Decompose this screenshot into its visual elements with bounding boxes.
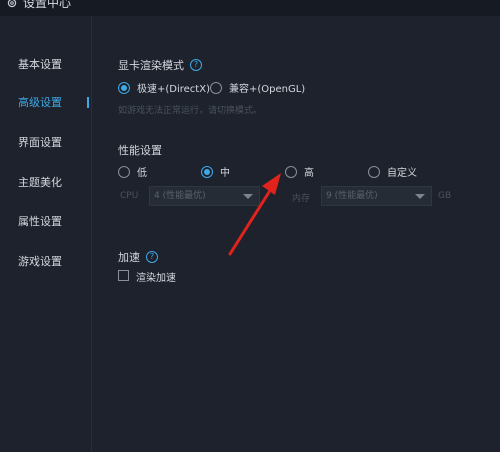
annotation-arrow-head xyxy=(262,173,281,195)
sidebar-divider xyxy=(91,16,92,452)
radio-button[interactable] xyxy=(368,165,380,178)
radio-perf-high[interactable]: 高 xyxy=(285,164,314,179)
sidebar xyxy=(0,16,92,452)
sidebar-item-theme[interactable]: 主题美化 xyxy=(18,175,62,191)
sidebar-item-basic[interactable]: 基本设置 xyxy=(18,57,62,73)
memory-select[interactable]: 9 (性能最优) xyxy=(321,186,432,206)
render-mode-hint: 如游戏无法正常运行，请切换模式。 xyxy=(118,106,263,116)
active-indicator xyxy=(87,97,89,108)
sidebar-item-advanced[interactable]: 高级设置 xyxy=(18,95,62,111)
radio-button[interactable] xyxy=(118,165,130,178)
cpu-label: CPU xyxy=(120,191,139,201)
cpu-select[interactable]: 4 (性能最优) xyxy=(149,186,260,206)
radio-button[interactable] xyxy=(285,165,297,178)
sidebar-item-interface[interactable]: 界面设置 xyxy=(18,135,62,151)
cpu-select-value: 4 (性能最优) xyxy=(154,191,206,201)
memory-select-value: 9 (性能最优) xyxy=(326,191,378,201)
radio-perf-custom[interactable]: 自定义 xyxy=(368,164,417,179)
radio-perf-medium-label: 中 xyxy=(220,168,230,179)
radio-opengl[interactable]: 兼容+(OpenGL) xyxy=(210,80,305,95)
chevron-down-icon xyxy=(415,194,425,199)
chevron-down-icon xyxy=(243,194,253,199)
memory-label: 内存 xyxy=(292,194,311,204)
radio-perf-medium[interactable]: 中 xyxy=(201,164,230,179)
radio-button[interactable] xyxy=(210,81,222,94)
render-accel-label: 渲染加速 xyxy=(136,273,176,284)
radio-directx-label: 极速+(DirectX) xyxy=(137,84,210,95)
radio-perf-low[interactable]: 低 xyxy=(118,164,147,179)
performance-title-text: 性能设置 xyxy=(118,144,162,157)
sidebar-item-game[interactable]: 游戏设置 xyxy=(18,254,62,270)
radio-opengl-label: 兼容+(OpenGL) xyxy=(229,84,306,95)
sidebar-item-properties[interactable]: 属性设置 xyxy=(18,214,62,230)
render-mode-title-text: 显卡渲染模式 xyxy=(118,59,184,72)
acceleration-title: 加速 ? xyxy=(118,249,158,265)
radio-perf-low-label: 低 xyxy=(137,168,147,179)
render-accel-checkbox[interactable] xyxy=(118,270,129,281)
acceleration-title-text: 加速 xyxy=(118,251,140,264)
window-title: 设置中心 xyxy=(23,0,72,10)
help-icon[interactable]: ? xyxy=(146,251,158,263)
render-mode-title: 显卡渲染模式 ? xyxy=(118,57,202,73)
memory-unit: GB xyxy=(438,191,452,201)
help-icon[interactable]: ? xyxy=(190,59,202,71)
performance-title: 性能设置 xyxy=(118,142,162,158)
radio-perf-custom-label: 自定义 xyxy=(387,168,417,179)
title-bar: 设置中心 xyxy=(0,0,500,16)
radio-directx[interactable]: 极速+(DirectX) xyxy=(118,80,210,95)
radio-perf-high-label: 高 xyxy=(304,168,314,179)
radio-button-checked[interactable] xyxy=(201,165,213,178)
radio-button-checked[interactable] xyxy=(118,81,130,94)
gear-icon xyxy=(7,0,17,8)
